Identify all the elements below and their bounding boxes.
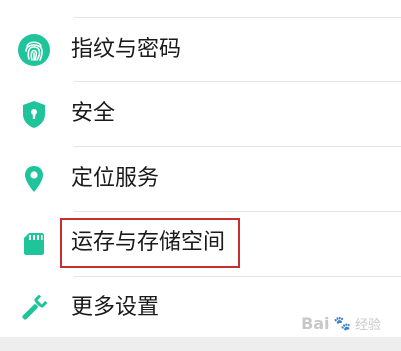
settings-item-label: 安全 <box>71 101 116 126</box>
location-pin-icon <box>17 162 51 196</box>
fingerprint-icon <box>17 33 51 67</box>
highlight-annotation <box>60 218 240 268</box>
settings-item-fingerprint[interactable]: 指纹与密码 <box>0 18 401 82</box>
settings-item-label: 指纹与密码 <box>71 37 182 62</box>
watermark-brand: Bai <box>301 314 330 333</box>
settings-item-label: 定位服务 <box>71 166 160 191</box>
shield-icon <box>17 97 51 131</box>
bottom-band <box>0 337 401 351</box>
settings-item-security[interactable]: 安全 <box>0 82 401 146</box>
sd-card-icon <box>17 226 51 260</box>
watermark-suffix: 经验 <box>354 318 381 333</box>
watermark-logo: Bai 🐾 经验 <box>301 314 381 333</box>
wrench-icon <box>17 291 51 325</box>
settings-item-location[interactable]: 定位服务 <box>0 147 401 211</box>
settings-item-label: 更多设置 <box>71 295 160 320</box>
paw-icon: 🐾 <box>333 315 351 332</box>
